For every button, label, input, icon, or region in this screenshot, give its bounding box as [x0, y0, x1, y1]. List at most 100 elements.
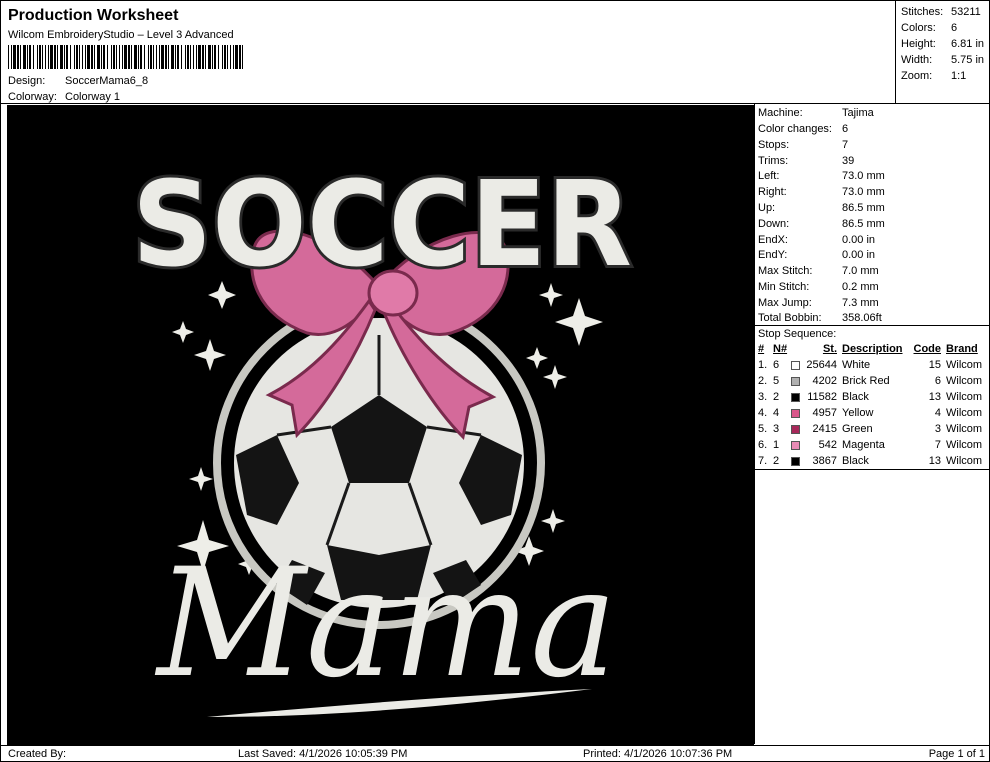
barcode-bar — [54, 45, 56, 69]
row-needle: 1 — [773, 439, 780, 451]
barcode-bar — [87, 45, 90, 69]
barcode-bar — [23, 45, 26, 69]
color-swatch — [791, 441, 800, 450]
row-description: Green — [842, 423, 873, 435]
barcode-bar — [60, 45, 63, 69]
info-value: 86.5 mm — [842, 218, 885, 230]
stat-value: 5.75 in — [951, 54, 985, 66]
info-right: Right: 73.0 mm — [758, 185, 885, 199]
row-stitches: 3867 — [812, 455, 837, 467]
design-value: SoccerMama6_8 — [65, 75, 149, 87]
barcode-bar — [181, 45, 182, 69]
barcode-bar — [138, 45, 139, 69]
info-endy: EndY: 0.00 in — [758, 248, 875, 262]
barcode-bar — [224, 45, 226, 69]
table-row: 3. 2 11582 Black 13 Wilcom — [755, 390, 990, 406]
row-description: Yellow — [842, 407, 874, 419]
row-description: Brick Red — [842, 375, 890, 387]
barcode-bar — [161, 45, 164, 69]
row-stitches: 4202 — [812, 375, 837, 387]
machine-info-panel: Machine: Tajima Color changes: 6 Stops: 7 T… — [754, 104, 990, 744]
stop-sequence-title: Stop Sequence: — [758, 328, 837, 340]
barcode-bar — [74, 45, 75, 69]
production-worksheet: Production Worksheet Wilcom EmbroiderySt… — [0, 0, 990, 762]
barcode-bar — [11, 45, 12, 69]
barcode-bar — [222, 45, 223, 69]
stat-stitches: Stitches: 53211 — [901, 5, 990, 19]
info-label: Min Stitch: — [758, 281, 810, 293]
barcode-bar — [150, 45, 152, 69]
table-row: 6. 1 542 Magenta 7 Wilcom — [755, 438, 990, 454]
stat-label: Zoom: — [901, 70, 933, 82]
info-label: Max Jump: — [758, 297, 812, 309]
barcode-bar — [33, 45, 34, 69]
info-endx: EndX: 0.00 in — [758, 233, 875, 247]
info-value: 0.00 in — [842, 234, 876, 246]
table-header: # N# St. Description Code Brand — [755, 342, 990, 358]
info-value: 7 — [842, 139, 849, 151]
info-left: Left: 73.0 mm — [758, 169, 885, 183]
design-preview: SOCCER Mama — [7, 105, 754, 745]
info-value: 358.06ft — [842, 312, 882, 324]
barcode-bar — [20, 45, 21, 69]
row-needle: 5 — [773, 375, 780, 387]
row-index: 7. — [758, 455, 768, 467]
barcode-bar — [196, 45, 197, 69]
stat-width: Width: 5.75 in — [901, 53, 990, 67]
colorway-value: Colorway 1 — [65, 91, 121, 103]
table-row: 7. 2 3867 Black 13 Wilcom — [755, 454, 990, 470]
row-code: 3 — [934, 423, 941, 435]
stat-label: Height: — [901, 38, 936, 50]
barcode-bar — [66, 45, 68, 69]
stat-value: 1:1 — [951, 70, 967, 82]
barcode-bar — [242, 45, 243, 69]
info-value: 39 — [842, 155, 855, 167]
info-stops: Stops: 7 — [758, 138, 848, 152]
info-label: Machine: — [758, 107, 803, 119]
barcode-bar — [148, 45, 149, 69]
row-index: 6. — [758, 439, 768, 451]
info-label: Down: — [758, 218, 790, 230]
info-machine: Machine: Tajima — [758, 106, 874, 120]
barcode-bar — [50, 45, 53, 69]
info-label: Up: — [758, 202, 776, 214]
row-code: 15 — [928, 359, 941, 371]
barcode-bar — [185, 45, 186, 69]
barcode-bar — [79, 45, 80, 69]
stat-label: Width: — [901, 54, 933, 66]
info-label: EndX: — [758, 234, 788, 246]
row-stitches: 11582 — [807, 391, 837, 403]
design-row: Design: SoccerMama6_8 — [8, 74, 148, 88]
info-value: 6 — [842, 123, 849, 135]
header-brand: Brand — [946, 343, 978, 355]
info-value: 73.0 mm — [842, 170, 885, 182]
barcode-bar — [239, 45, 241, 69]
barcode-bar — [119, 45, 120, 69]
barcode-bar — [218, 45, 219, 69]
barcode-bar — [101, 45, 102, 69]
header-idx: # — [758, 343, 765, 355]
barcode-bar — [122, 45, 123, 69]
row-index: 1. — [758, 359, 768, 371]
table-row: 2. 5 4202 Brick Red 6 Wilcom — [755, 374, 990, 390]
color-swatch — [791, 393, 800, 402]
info-min-stitch: Min Stitch: 0.2 mm — [758, 280, 879, 294]
barcode-bar — [82, 45, 83, 69]
row-stitches: 4957 — [812, 407, 837, 419]
barcode-bar — [97, 45, 100, 69]
barcode-bar — [230, 45, 231, 69]
barcode-bar — [45, 45, 46, 69]
row-needle: 3 — [773, 423, 780, 435]
row-index: 5. — [758, 423, 768, 435]
barcode-bar — [212, 45, 213, 69]
barcode-bar — [165, 45, 167, 69]
barcode-bar — [91, 45, 93, 69]
printed-date: Printed: 4/1/2026 10:07:36 PM — [583, 748, 733, 760]
barcode-bar — [94, 45, 95, 69]
barcode-bar — [144, 45, 145, 69]
barcode-bar — [39, 45, 41, 69]
row-description: Magenta — [842, 439, 885, 451]
info-label: Trims: — [758, 155, 789, 167]
barcode-bar — [227, 45, 228, 69]
row-brand: Wilcom — [946, 439, 983, 451]
